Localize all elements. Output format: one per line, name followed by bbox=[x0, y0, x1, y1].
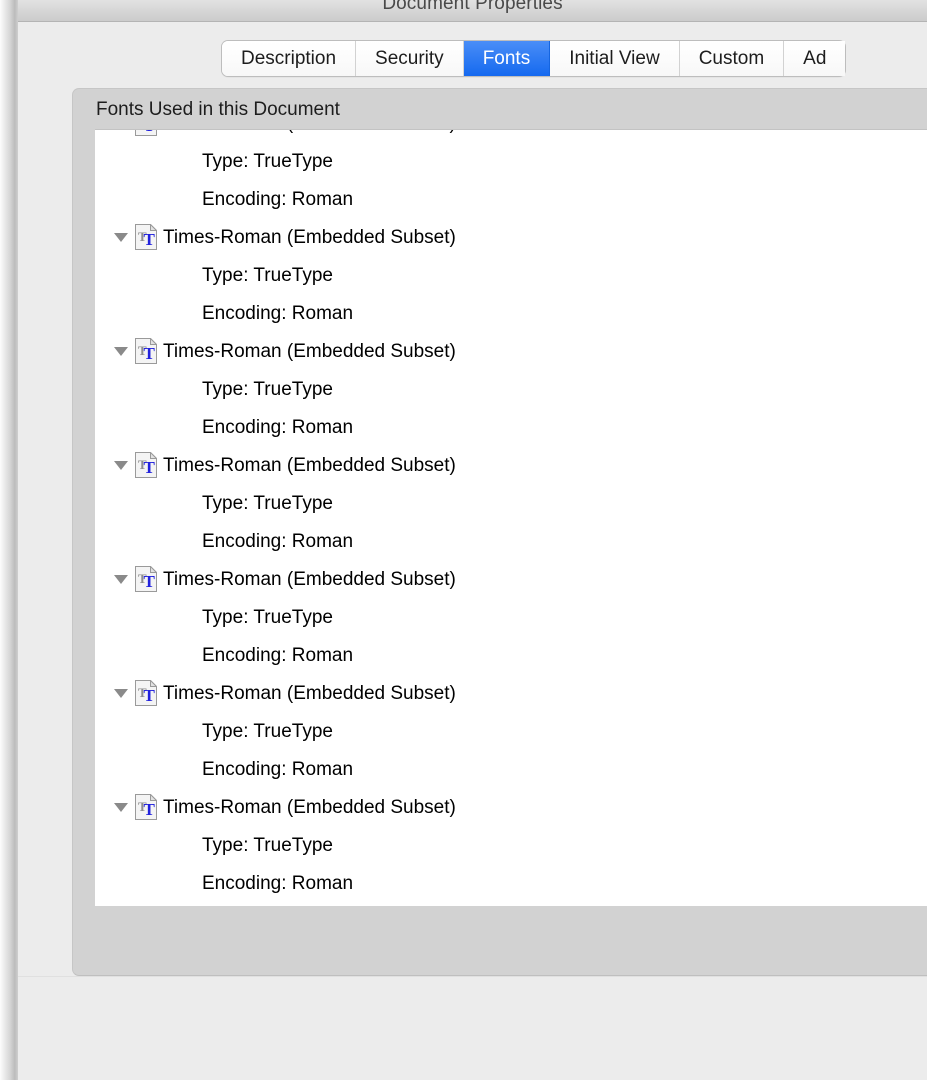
font-entry-row[interactable]: TT Times-Roman (Embedded Subset) bbox=[95, 332, 927, 370]
tab-fonts[interactable]: Fonts bbox=[463, 41, 551, 76]
tab-custom[interactable]: Custom bbox=[679, 41, 785, 76]
chevron-down-icon[interactable] bbox=[111, 218, 130, 256]
chevron-down-icon[interactable] bbox=[111, 674, 130, 712]
chevron-down-icon[interactable] bbox=[111, 446, 130, 484]
font-entry: TT Times-Roman (Embedded Subset) Type: Tru… bbox=[95, 129, 927, 218]
font-file-icon: TT bbox=[135, 452, 157, 478]
font-entry: TT Times-Roman (Embedded Subset) Type: Tru… bbox=[95, 332, 927, 446]
font-type-row: Type: TrueType bbox=[95, 598, 927, 636]
font-entry: TT Times-Roman (Embedded Subset) Type: Tru… bbox=[95, 788, 927, 902]
dialog-lower-separator bbox=[18, 976, 927, 977]
dialog-titlebar[interactable]: Document Properties bbox=[18, 0, 927, 22]
font-entry-row[interactable]: TT Times-Roman (Embedded Subset) bbox=[95, 129, 927, 142]
chevron-down-icon[interactable] bbox=[111, 332, 130, 370]
tab-bar: Description Security Fonts Initial View Cust… bbox=[222, 41, 846, 76]
font-type-row: Type: TrueType bbox=[95, 142, 927, 180]
font-encoding-label: Encoding: Roman bbox=[202, 758, 354, 780]
tab-security[interactable]: Security bbox=[356, 41, 464, 76]
tab-description[interactable]: Description bbox=[222, 41, 357, 76]
fonts-group-label: Fonts Used in this Document bbox=[96, 99, 340, 120]
font-entry-row[interactable]: TT Times-Roman (Embedded Subset) bbox=[95, 674, 927, 712]
font-name-label: Times-Roman (Embedded Subset) bbox=[163, 130, 456, 133]
svg-text:T: T bbox=[144, 129, 156, 135]
font-entry: TT Times-Roman (Embedded Subset) Type: Tru… bbox=[95, 674, 927, 788]
font-type-label: Type: TrueType bbox=[202, 606, 333, 628]
window-drop-shadow bbox=[0, 0, 18, 1080]
svg-text:T: T bbox=[144, 572, 156, 591]
dialog-lower-area bbox=[18, 976, 927, 1080]
font-encoding-row: Encoding: Roman bbox=[95, 864, 927, 902]
font-encoding-row: Encoding: Roman bbox=[95, 522, 927, 560]
font-encoding-row: Encoding: Roman bbox=[95, 408, 927, 446]
svg-text:T: T bbox=[144, 800, 156, 819]
fonts-list[interactable]: TTTimes-Roman (Embedded Subset)Type: Tru… bbox=[95, 129, 927, 906]
font-encoding-label: Encoding: Roman bbox=[202, 530, 354, 552]
font-name-label: Times-Roman (Embedded Subset) bbox=[163, 454, 456, 476]
font-file-icon: TT bbox=[135, 680, 157, 706]
svg-text:T: T bbox=[144, 230, 156, 249]
chevron-down-icon[interactable] bbox=[111, 130, 130, 142]
chevron-down-icon[interactable] bbox=[111, 560, 130, 598]
font-entry-row[interactable]: TT Times-Roman (Embedded Subset) bbox=[95, 446, 927, 484]
font-name-label: Times-Roman (Embedded Subset) bbox=[163, 226, 456, 248]
font-entry-row[interactable]: TT Times-Roman (Embedded Subset) bbox=[95, 788, 927, 826]
font-type-row: Type: TrueType bbox=[95, 826, 927, 864]
font-encoding-label: Encoding: Roman bbox=[202, 416, 354, 438]
font-type-label: Type: TrueType bbox=[202, 492, 333, 514]
font-type-row: Type: TrueType bbox=[95, 256, 927, 294]
fonts-group-box: Fonts Used in this Document TTTimes-Roma… bbox=[72, 88, 927, 976]
font-entry: TT Times-Roman (Embedded Subset) Type: Tru… bbox=[95, 446, 927, 560]
font-entry-row[interactable]: TT Times-Roman (Embedded Subset) bbox=[95, 560, 927, 598]
font-file-icon: TT bbox=[135, 129, 157, 136]
font-file-icon: TT bbox=[135, 566, 157, 592]
font-entry: TT Times-Roman (Embedded Subset) Type: Tru… bbox=[95, 560, 927, 674]
font-encoding-row: Encoding: Roman bbox=[95, 636, 927, 674]
font-file-icon: TT bbox=[135, 794, 157, 820]
font-encoding-row: Encoding: Roman bbox=[95, 750, 927, 788]
font-type-label: Type: TrueType bbox=[202, 720, 333, 742]
svg-text:T: T bbox=[144, 686, 156, 705]
dialog-title: Document Properties bbox=[382, 0, 563, 14]
font-type-label: Type: TrueType bbox=[202, 834, 333, 856]
font-file-icon: TT bbox=[135, 224, 157, 250]
font-encoding-label: Encoding: Roman bbox=[202, 302, 354, 324]
document-properties-dialog: Document Properties Description Security F… bbox=[18, 0, 927, 1080]
font-name-label: Times-Roman (Embedded Subset) bbox=[163, 568, 456, 590]
font-file-icon: TT bbox=[135, 338, 157, 364]
font-encoding-row: Encoding: Roman bbox=[95, 180, 927, 218]
font-encoding-label: Encoding: Roman bbox=[202, 188, 354, 210]
font-type-row: Type: TrueType bbox=[95, 370, 927, 408]
font-name-label: Times-Roman (Embedded Subset) bbox=[163, 682, 456, 704]
font-name-label: Times-Roman (Embedded Subset) bbox=[163, 340, 456, 362]
font-entry-row[interactable]: TT Times-Roman (Embedded Subset) bbox=[95, 218, 927, 256]
font-type-label: Type: TrueType bbox=[202, 264, 333, 286]
font-encoding-label: Encoding: Roman bbox=[202, 872, 354, 894]
font-encoding-label: Encoding: Roman bbox=[202, 644, 354, 666]
font-entry: TT Times-Roman (Embedded Subset) Type: Tru… bbox=[95, 218, 927, 332]
font-name-label: Times-Roman (Embedded Subset) bbox=[163, 796, 456, 818]
tab-initial-view[interactable]: Initial View bbox=[550, 41, 680, 76]
tab-ad[interactable]: Ad bbox=[784, 41, 846, 76]
chevron-down-icon[interactable] bbox=[111, 788, 130, 826]
svg-text:T: T bbox=[144, 458, 156, 477]
font-type-label: Type: TrueType bbox=[202, 150, 333, 172]
svg-text:T: T bbox=[144, 344, 156, 363]
font-encoding-row: Encoding: Roman bbox=[95, 294, 927, 332]
font-type-row: Type: TrueType bbox=[95, 712, 927, 750]
font-type-label: Type: TrueType bbox=[202, 378, 333, 400]
font-type-row: Type: TrueType bbox=[95, 484, 927, 522]
